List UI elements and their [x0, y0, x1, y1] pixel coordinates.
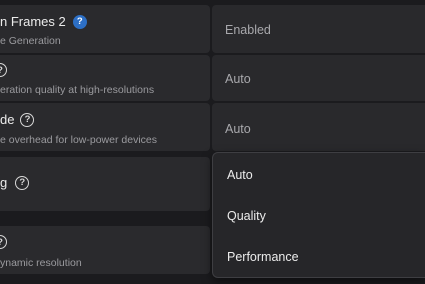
setting-subtitle: e Generation [0, 35, 61, 47]
setting-title-text: n Frames 2 [0, 14, 66, 29]
setting-title-text: g [0, 175, 8, 190]
help-icon[interactable]: ? [0, 235, 7, 249]
dropdown-option-auto[interactable]: Auto [227, 168, 253, 182]
setting-title: ? [0, 63, 7, 77]
setting-value[interactable]: Auto [225, 72, 251, 86]
help-icon[interactable]: ? [72, 14, 87, 29]
dropdown-option-performance[interactable]: Performance [227, 250, 299, 264]
setting-title: de ? [0, 112, 35, 127]
setting-title: n Frames 2 ? [0, 14, 87, 29]
setting-value[interactable]: Auto [225, 122, 251, 136]
setting-subtitle: e overhead for low-power devices [0, 134, 157, 146]
setting-title: g ? [0, 175, 30, 190]
help-icon[interactable]: ? [20, 112, 35, 127]
setting-title: ? [0, 235, 7, 249]
help-icon[interactable]: ? [0, 63, 7, 77]
help-icon[interactable]: ? [15, 175, 30, 190]
setting-row-frame-generation [0, 5, 425, 53]
dropdown-menu: Auto Quality Performance [212, 152, 425, 278]
setting-label-panel [0, 157, 210, 211]
setting-subtitle: eration quality at high-resolutions [0, 84, 155, 96]
setting-title-text: de [0, 112, 15, 127]
dropdown-option-quality[interactable]: Quality [227, 209, 266, 223]
setting-value[interactable]: Enabled [225, 23, 271, 37]
setting-subtitle: ynamic resolution [0, 257, 82, 269]
